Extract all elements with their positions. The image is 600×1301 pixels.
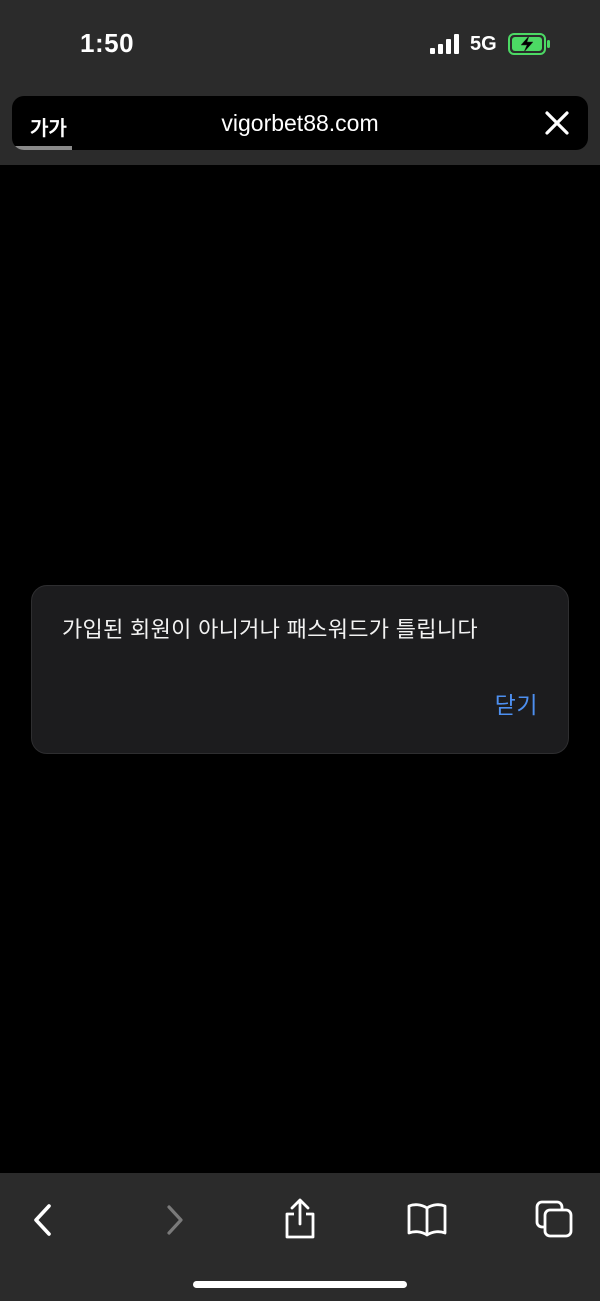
close-icon[interactable]: [544, 110, 570, 136]
back-icon[interactable]: [21, 1197, 67, 1243]
battery-charging-icon: [508, 33, 550, 55]
tabs-icon[interactable]: [532, 1197, 578, 1243]
address-bar[interactable]: 가가 vigorbet88.com: [12, 96, 588, 150]
home-indicator: [193, 1281, 407, 1288]
status-time: 1:50: [80, 28, 135, 58]
signal-strength-icon: [430, 34, 459, 54]
bookmarks-icon[interactable]: [404, 1197, 450, 1243]
page-load-progress: [12, 146, 72, 150]
alert-dialog: 가입된 회원이 아니거나 패스워드가 틀립니다 닫기: [31, 585, 569, 754]
url-text[interactable]: vigorbet88.com: [12, 110, 588, 137]
forward-icon[interactable]: [151, 1197, 197, 1243]
alert-close-button[interactable]: 닫기: [495, 686, 538, 720]
alert-message: 가입된 회원이 아니거나 패스워드가 틀립니다: [62, 617, 478, 642]
share-icon[interactable]: [277, 1197, 323, 1243]
browser-top-chrome: 1:50 5G 가가 vigorbet88.com: [0, 0, 600, 165]
status-bar: 1:50 5G: [0, 0, 600, 90]
network-type: 5G: [470, 33, 497, 55]
